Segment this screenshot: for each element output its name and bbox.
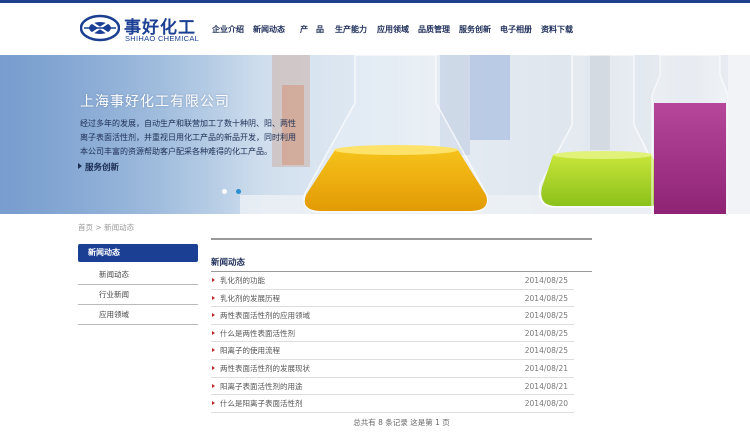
news-row[interactable]: 阳离子的使用流程 2014/08/25 (211, 342, 574, 360)
panel-top-rule (211, 238, 592, 240)
bullet-icon (212, 401, 215, 406)
news-title[interactable]: 什么是两性表面活性剂 (220, 325, 295, 342)
breadcrumb-separator: > (95, 223, 102, 232)
news-date: 2014/08/21 (524, 381, 568, 391)
nav-applications[interactable]: 应用领域 (377, 24, 418, 38)
news-title[interactable]: 两性表面活性剂的应用领域 (220, 307, 310, 324)
sidebar-item-news[interactable]: 新闻动态 (78, 265, 198, 285)
slide-dot-1[interactable] (222, 189, 227, 194)
news-row[interactable]: 两性表面活性剂的应用领域 2014/08/25 (211, 307, 574, 325)
news-row[interactable]: 什么是阳离子表面活性剂 2014/08/20 (211, 395, 574, 413)
news-row[interactable]: 乳化剂的发展历程 2014/08/25 (211, 290, 574, 308)
bullet-icon (212, 365, 215, 370)
pagination-info: 总共有 8 条记录 这是第 1 页 (353, 418, 450, 427)
news-row[interactable]: 乳化剂的功能 2014/08/25 (211, 272, 574, 290)
nav-company[interactable]: 企业介绍 (212, 24, 253, 38)
sidebar-item-industry-news[interactable]: 行业新闻 (78, 285, 198, 305)
banner-title: 上海事好化工有限公司 (80, 94, 230, 110)
breadcrumb-home[interactable]: 首页 (78, 223, 93, 232)
news-row[interactable]: 什么是两性表面活性剂 2014/08/25 (211, 325, 574, 343)
news-date: 2014/08/25 (524, 293, 568, 303)
news-panel: 新闻动态 乳化剂的功能 2014/08/25 乳化剂的发展历程 2014/08/25… (211, 238, 592, 413)
news-date: 2014/08/25 (524, 311, 568, 321)
nav-capacity[interactable]: 生产能力 (335, 24, 377, 38)
slide-dot-2[interactable] (236, 189, 241, 194)
banner-description: 经过多年的发展，自动生产和联营加工了数十种阴、阳、两性离子表面活性剂，并重视日用… (80, 119, 296, 156)
news-date: 2014/08/21 (524, 363, 568, 373)
news-date: 2014/08/25 (524, 328, 568, 338)
logo-english-name: SHIHAO CHEMICAL (125, 34, 200, 43)
bullet-icon (212, 278, 215, 282)
bullet-icon (212, 295, 215, 300)
logo[interactable]: 事好化工 SHIHAO CHEMICAL (80, 11, 200, 47)
nav-products[interactable]: 产 品 (300, 24, 335, 38)
sidebar: 新闻动态 新闻动态 行业新闻 应用领域 (78, 244, 198, 325)
news-title[interactable]: 阳离子的使用流程 (220, 342, 280, 359)
sidebar-item-applications[interactable]: 应用领域 (78, 305, 198, 325)
panel-title: 新闻动态 (211, 258, 246, 268)
triangle-right-icon (78, 163, 82, 169)
nav-quality[interactable]: 品质管理 (418, 24, 459, 38)
news-title[interactable]: 阳离子表面活性剂的用途 (220, 378, 303, 395)
breadcrumb: 首页 > 新闻动态 (78, 222, 134, 233)
nav-downloads[interactable]: 资料下载 (541, 24, 581, 38)
sidebar-heading: 新闻动态 (78, 244, 198, 262)
news-date: 2014/08/20 (524, 399, 568, 409)
nav-album[interactable]: 电子相册 (500, 24, 541, 38)
breadcrumb-current: 新闻动态 (104, 223, 135, 232)
banner-service-link[interactable]: 服务创新 (78, 161, 119, 173)
news-date: 2014/08/25 (524, 276, 568, 285)
news-title[interactable]: 什么是阳离子表面活性剂 (220, 395, 303, 412)
bullet-icon (212, 330, 215, 335)
news-title[interactable]: 两性表面活性剂的发展现状 (220, 360, 310, 377)
company-logo-icon (80, 14, 120, 42)
news-row[interactable]: 阳离子表面活性剂的用途 2014/08/21 (211, 378, 574, 396)
slide-indicators (222, 189, 250, 194)
news-title[interactable]: 乳化剂的功能 (220, 272, 265, 289)
news-title[interactable]: 乳化剂的发展历程 (220, 290, 280, 307)
hero-banner: 上海事好化工有限公司 经过多年的发展，自动生产和联营加工了数十种阴、阳、两性离子… (0, 55, 750, 214)
news-row[interactable]: 两性表面活性剂的发展现状 2014/08/21 (211, 360, 574, 378)
nav-service[interactable]: 服务创新 (459, 24, 500, 38)
bullet-icon (212, 348, 215, 353)
news-date: 2014/08/25 (524, 346, 568, 356)
main-nav: 企业介绍 新闻动态 产 品 生产能力 应用领域 品质管理 服务创新 电子相册 资… (212, 24, 581, 38)
banner-link-label: 服务创新 (85, 163, 120, 173)
nav-news[interactable]: 新闻动态 (253, 24, 300, 38)
bullet-icon (212, 383, 215, 388)
bullet-icon (212, 313, 215, 318)
site-header: 事好化工 SHIHAO CHEMICAL 企业介绍 新闻动态 产 品 生产能力 … (0, 3, 750, 55)
